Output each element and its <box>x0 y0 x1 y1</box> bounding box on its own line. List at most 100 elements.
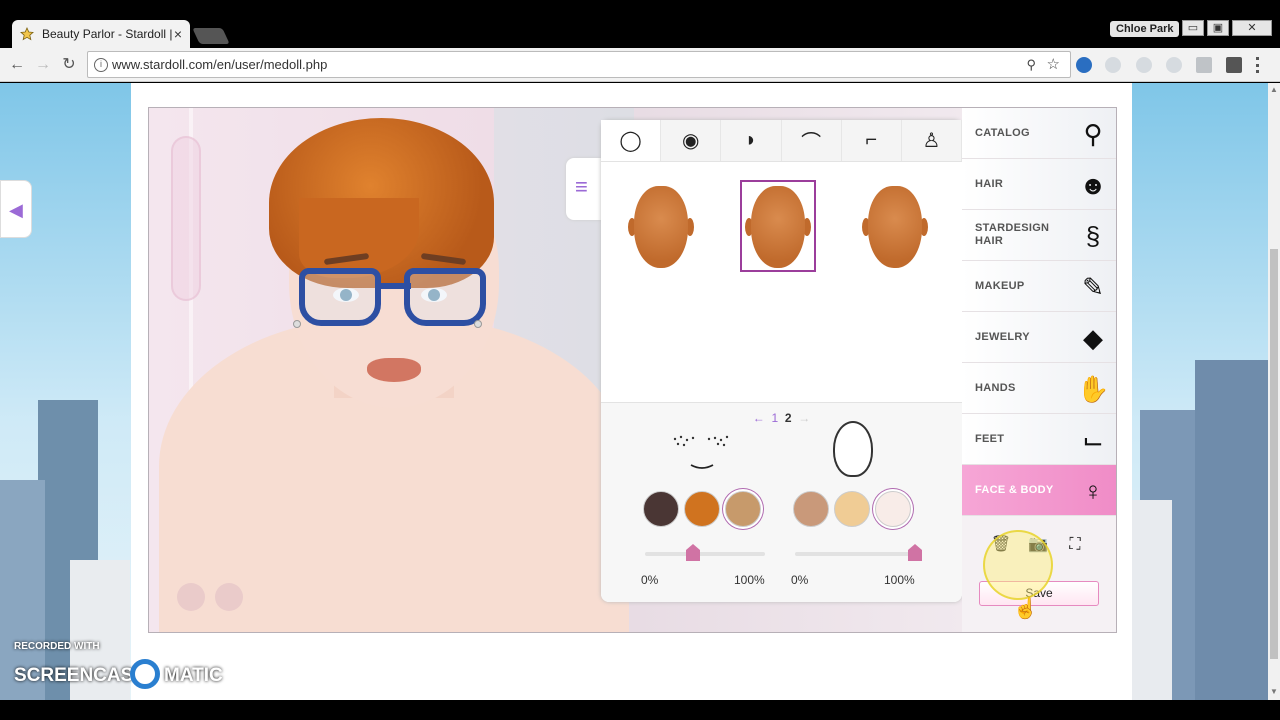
necklace-icon: ◆ <box>1083 323 1103 353</box>
cast-icon[interactable] <box>1196 57 1212 73</box>
tab-close-icon[interactable]: × <box>174 26 182 42</box>
slider-min-label: 0% <box>641 573 659 587</box>
freckles-icon <box>673 435 729 469</box>
freckle-color-swatch[interactable] <box>643 491 679 527</box>
tab-body[interactable]: ♙ <box>901 120 963 161</box>
minimize-button[interactable]: ▭ <box>1182 20 1204 36</box>
face-body-icon: ♀ <box>1083 476 1103 506</box>
category-hands[interactable]: HANDS ✋ <box>962 363 1116 414</box>
hair-icon: ☻ <box>1079 170 1107 200</box>
reload-button[interactable]: ↻ <box>59 55 79 75</box>
browser-toolbar: ← → ↻ i www.stardoll.com/en/user/medoll.… <box>0 48 1280 82</box>
nose-icon: ⌐ <box>865 129 878 151</box>
face-option[interactable] <box>857 180 933 272</box>
close-window-button[interactable]: ✕ <box>1232 20 1272 36</box>
page-scrollbar[interactable]: ▲ ▼ <box>1268 83 1280 700</box>
category-hair[interactable]: HAIR ☻ <box>962 159 1116 210</box>
category-label: MAKEUP <box>975 280 1025 292</box>
slider-max-label: 100% <box>884 573 915 587</box>
extension-icon[interactable] <box>1076 57 1092 73</box>
slider-max-label: 100% <box>734 573 765 587</box>
extension-icon[interactable] <box>1166 57 1182 73</box>
address-bar[interactable]: i www.stardoll.com/en/user/medoll.php ⚲ … <box>87 51 1071 78</box>
bookmark-star-icon[interactable]: ☆ <box>1047 55 1060 73</box>
zoom-slider[interactable] <box>171 136 201 301</box>
category-face-body[interactable]: FACE & BODY ♀ <box>962 465 1116 516</box>
side-menu-tab[interactable]: ◀ <box>0 180 32 238</box>
medoll-editor: ≡ ◯ ◉ ◗ ⌒ ⌐ ♙ ← 1 2 → 0% 100% 0% 100% CA… <box>148 107 1117 633</box>
building <box>1195 360 1268 700</box>
doll-earring <box>293 320 301 328</box>
eyebrows-icon: ⌒ <box>801 132 822 154</box>
category-feet[interactable]: FEET ⌙ <box>962 414 1116 465</box>
tab-lips[interactable]: ◗ <box>721 120 782 161</box>
url-text[interactable]: www.stardoll.com/en/user/medoll.php <box>112 57 327 72</box>
freckle-intensity-slider[interactable] <box>645 552 765 556</box>
face-outline-icon: ◯ <box>619 130 642 152</box>
zoom-icon[interactable]: ⚲ <box>1026 57 1036 73</box>
category-makeup[interactable]: MAKEUP ✎ <box>962 261 1116 312</box>
redo-button[interactable] <box>215 583 243 611</box>
hand-icon: ✋ <box>1077 374 1110 404</box>
watermark-brand-left: SCREENCAST <box>14 665 145 686</box>
page-1-link[interactable]: 1 <box>771 411 778 425</box>
browser-tab-bar: Beauty Parlor - Stardoll | × Chloe Park … <box>0 0 1280 48</box>
hair-strand-icon: § <box>1085 221 1101 251</box>
doll-glasses-lens <box>299 268 381 326</box>
webpage: ◀ ≡ ◯ ◉ ◗ ⌒ ⌐ ♙ ← 1 2 → 0% 100% 0% 100% … <box>0 83 1268 700</box>
fullscreen-icon[interactable]: ⛶ <box>1064 534 1086 556</box>
shield-extension-icon[interactable] <box>1105 57 1121 73</box>
category-catalog[interactable]: CATALOG ⚲ <box>962 108 1116 159</box>
freckle-color-swatch[interactable] <box>684 491 720 527</box>
new-tab-button[interactable] <box>192 28 230 44</box>
face-option[interactable] <box>740 180 816 272</box>
freckle-slider-handle[interactable] <box>686 544 700 561</box>
tab-face-shape[interactable]: ◯ <box>601 120 662 161</box>
body-icon: ♙ <box>922 130 941 152</box>
pager: ← 1 2 → <box>601 411 962 425</box>
freckle-color-swatch[interactable] <box>725 491 761 527</box>
tab-eyebrows[interactable]: ⌒ <box>781 120 842 161</box>
feature-tabs: ◯ ◉ ◗ ⌒ ⌐ ♙ <box>601 120 963 162</box>
side-arrow-icon: ◀ <box>9 200 23 220</box>
hand-cursor-icon: ☝ <box>1013 598 1038 620</box>
menu-dots-icon[interactable] <box>1256 57 1262 73</box>
scroll-down-arrow-icon[interactable]: ▼ <box>1268 687 1280 696</box>
prev-page-arrow[interactable]: ← <box>753 411 765 425</box>
undo-button[interactable] <box>177 583 205 611</box>
scrollbar-thumb[interactable] <box>1270 249 1278 659</box>
category-label: CATALOG <box>975 127 1030 139</box>
body-color-swatch[interactable] <box>793 491 829 527</box>
back-button[interactable]: ← <box>7 55 27 75</box>
page-info-icon[interactable]: i <box>94 58 108 72</box>
maximize-button[interactable]: ▣ <box>1207 20 1229 36</box>
face-head-icon <box>751 186 805 268</box>
next-page-arrow[interactable]: → <box>798 411 810 425</box>
category-stardesign-hair[interactable]: STARDESIGN HAIR § <box>962 210 1116 261</box>
profile-name-button[interactable]: Chloe Park <box>1110 21 1180 37</box>
category-label: FEET <box>975 433 1005 445</box>
body-color-swatch[interactable] <box>875 491 911 527</box>
color-controls: ← 1 2 → 0% 100% 0% 100% <box>601 402 962 602</box>
category-label: HAIR <box>975 178 1004 190</box>
page-2-current: 2 <box>784 411 792 425</box>
body-color-swatch[interactable] <box>834 491 870 527</box>
media-icon[interactable] <box>1226 57 1242 73</box>
panel-menu-button[interactable]: ≡ <box>566 158 606 220</box>
body-intensity-slider[interactable] <box>795 552 915 556</box>
body-slider-handle[interactable] <box>908 544 922 561</box>
tab-eyes[interactable]: ◉ <box>661 120 722 161</box>
tab-nose[interactable]: ⌐ <box>841 120 902 161</box>
extension-icon[interactable] <box>1136 57 1152 73</box>
face-option[interactable] <box>623 180 699 272</box>
browser-tab[interactable]: Beauty Parlor - Stardoll | × <box>12 20 190 48</box>
scroll-up-arrow-icon[interactable]: ▲ <box>1268 85 1280 94</box>
watermark-brand-right: MATIC <box>164 665 223 686</box>
doll-glasses-bridge <box>381 283 411 289</box>
foot-icon: ⌙ <box>1082 425 1104 455</box>
lipstick-icon: ✎ <box>1082 272 1104 302</box>
forward-button[interactable]: → <box>33 55 53 75</box>
face-body-panel: ◯ ◉ ◗ ⌒ ⌐ ♙ ← 1 2 → 0% 100% 0% 100% <box>601 120 963 602</box>
category-jewelry[interactable]: JEWELRY ◆ <box>962 312 1116 363</box>
category-label: STARDESIGN HAIR <box>975 222 1050 247</box>
